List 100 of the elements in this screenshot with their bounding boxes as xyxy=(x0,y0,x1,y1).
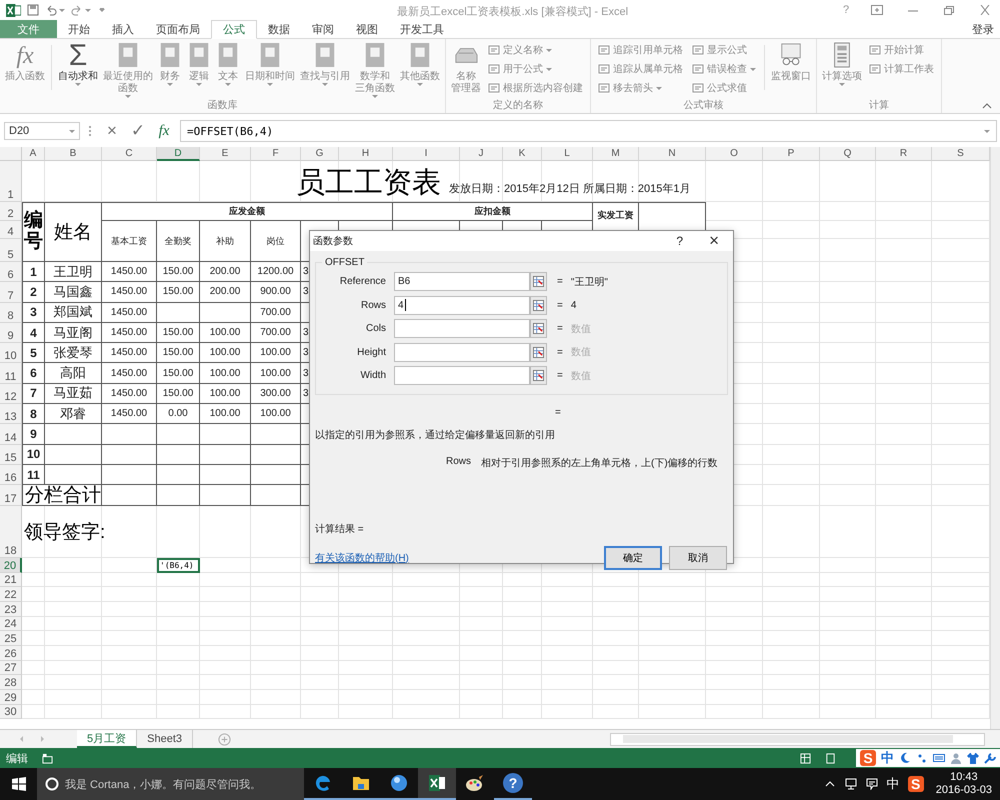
column-header[interactable]: R xyxy=(876,147,932,161)
ribbon-button[interactable]: 日期和时间 xyxy=(243,41,297,98)
row-header[interactable]: 10 xyxy=(0,343,22,364)
row-header[interactable]: 13 xyxy=(0,404,22,424)
name-box[interactable]: D20 xyxy=(4,122,80,140)
row-header[interactable]: 15 xyxy=(0,444,22,465)
close-button[interactable]: × xyxy=(709,231,719,251)
range-button[interactable] xyxy=(530,366,547,386)
insert-function-button[interactable]: fx xyxy=(154,122,174,140)
range-button[interactable] xyxy=(530,296,547,315)
row-header[interactable]: 22 xyxy=(0,587,22,602)
network-icon[interactable] xyxy=(844,778,857,790)
redo-icon[interactable] xyxy=(71,4,83,16)
ok-button[interactable]: 确定 xyxy=(604,546,662,570)
row-header[interactable]: 24 xyxy=(0,616,22,632)
ribbon-button[interactable]: 用于公式 xyxy=(488,60,583,78)
ribbon-button[interactable]: 文本 xyxy=(214,41,242,98)
ime-logo[interactable]: S xyxy=(860,750,876,766)
ribbon-button[interactable]: 监视窗口 xyxy=(769,41,813,98)
column-header[interactable]: C xyxy=(102,147,157,161)
argument-field[interactable]: B6 xyxy=(394,272,530,292)
ribbon-tab[interactable]: 页面布局 xyxy=(145,20,211,38)
ribbon-button[interactable]: 其他函数 xyxy=(398,41,442,98)
column-header[interactable]: J xyxy=(460,147,503,161)
column-header[interactable]: S xyxy=(932,147,990,161)
windows-logo-icon[interactable] xyxy=(12,777,26,791)
row-header[interactable]: 23 xyxy=(0,602,22,617)
search-field[interactable]: 我是 Cortana，小娜。有问题尽管问我。 xyxy=(37,768,304,800)
normal-view-icon[interactable] xyxy=(800,752,811,764)
cancel-button[interactable]: × xyxy=(102,121,122,141)
ribbon-button[interactable]: fx 插入函数 xyxy=(3,41,47,98)
row-header[interactable]: 9 xyxy=(0,322,22,344)
column-header[interactable]: E xyxy=(200,147,251,161)
row-header[interactable]: 2 xyxy=(0,202,22,221)
caret-icon[interactable] xyxy=(85,8,91,12)
keyboard-icon[interactable] xyxy=(933,752,945,764)
close-icon[interactable] xyxy=(979,5,991,15)
ribbon-button[interactable]: 计算选项 xyxy=(820,41,864,98)
column-header[interactable]: P xyxy=(763,147,820,161)
row-header[interactable]: 21 xyxy=(0,572,22,588)
enter-button[interactable]: ✓ xyxy=(128,121,148,141)
formula-field[interactable]: =OFFSET(B6,4) xyxy=(180,120,997,142)
column-header[interactable]: G xyxy=(301,147,339,161)
column-header[interactable]: D xyxy=(157,147,200,161)
restore-icon[interactable] xyxy=(943,5,955,15)
column-header[interactable]: K xyxy=(503,147,542,161)
wrench-icon[interactable] xyxy=(984,752,996,764)
row-header[interactable]: 27 xyxy=(0,660,22,676)
taskbar-app[interactable] xyxy=(418,768,456,800)
person-icon[interactable] xyxy=(950,752,962,764)
row-header[interactable]: 25 xyxy=(0,631,22,646)
ribbon-button[interactable]: 最近使用的 函数 xyxy=(101,41,155,98)
row-header[interactable]: 17 xyxy=(0,485,22,506)
row-header[interactable]: 11 xyxy=(0,363,22,384)
ribbon-button[interactable]: 移去箭头 xyxy=(598,79,683,97)
sheet-tab[interactable]: 5月工资 xyxy=(77,730,138,748)
shirt-icon[interactable] xyxy=(967,752,979,764)
ribbon-tab[interactable]: 视图 xyxy=(345,20,389,38)
argument-field[interactable] xyxy=(394,342,530,362)
ribbon-tab[interactable]: 数据 xyxy=(257,20,301,38)
column-header[interactable]: A xyxy=(22,147,45,161)
row-header[interactable]: 6 xyxy=(0,262,22,282)
ribbon-tab[interactable]: 审阅 xyxy=(301,20,345,38)
ribbon-button[interactable]: Σ 自动求和 xyxy=(56,41,100,98)
row-header[interactable]: 12 xyxy=(0,384,22,404)
cancel-button[interactable]: 取消 xyxy=(669,546,727,570)
argument-field[interactable] xyxy=(394,319,530,338)
ime-language[interactable]: 中 xyxy=(881,749,894,767)
message-icon[interactable] xyxy=(866,778,878,790)
row-header[interactable]: 20 xyxy=(0,558,22,573)
ribbon-tab[interactable]: 开始 xyxy=(57,20,101,38)
argument-field[interactable]: 4 xyxy=(394,296,530,315)
ribbon-button[interactable]: 显示公式 xyxy=(692,41,756,59)
ribbon-button[interactable]: 公式求值 xyxy=(692,79,756,97)
undo-icon[interactable] xyxy=(45,4,57,16)
page-layout-icon[interactable] xyxy=(825,752,836,764)
collapse-ribbon-icon[interactable] xyxy=(982,103,992,109)
column-header[interactable]: B xyxy=(45,147,102,161)
row-header[interactable]: 16 xyxy=(0,464,22,486)
row-header[interactable]: 5 xyxy=(0,239,22,262)
row-header[interactable]: 18 xyxy=(0,506,22,558)
ribbon-button[interactable]: 定义名称 xyxy=(488,41,583,59)
row-header[interactable]: 1 xyxy=(0,161,22,202)
column-header[interactable]: L xyxy=(542,147,593,161)
range-button[interactable] xyxy=(530,342,547,362)
caret-icon[interactable] xyxy=(59,8,65,12)
macro-record-icon[interactable] xyxy=(42,752,53,764)
row-header[interactable]: 26 xyxy=(0,646,22,661)
ribbon-tab[interactable]: 公式 xyxy=(211,20,257,39)
row-header[interactable]: 4 xyxy=(0,221,22,239)
column-header[interactable]: M xyxy=(593,147,639,161)
vertical-scrollbar[interactable] xyxy=(990,147,1000,729)
row-header[interactable]: 30 xyxy=(0,704,22,720)
argument-field[interactable] xyxy=(394,366,530,386)
column-header[interactable]: I xyxy=(393,147,460,161)
sign-in-link[interactable]: 登录 xyxy=(972,22,1000,36)
ribbon-button[interactable]: 逻辑 xyxy=(185,41,213,98)
range-button[interactable] xyxy=(530,272,547,292)
ribbon-options-icon[interactable] xyxy=(871,5,883,15)
clock-date[interactable]: 2016-03-03 xyxy=(936,784,992,797)
